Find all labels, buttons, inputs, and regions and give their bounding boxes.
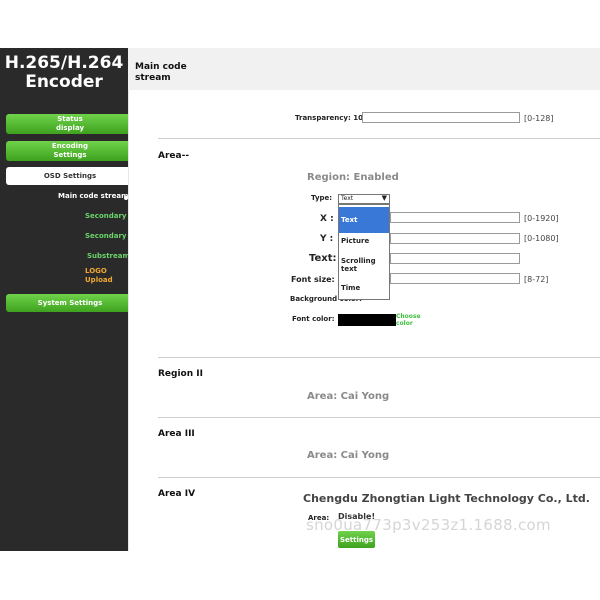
nav-status-display-button[interactable]: Status display [6, 114, 134, 134]
transparency-input[interactable] [362, 112, 520, 123]
settings-button[interactable]: Settings [338, 531, 375, 548]
divider [158, 417, 600, 418]
company-name: Chengdu Zhongtian Light Technology Co., … [303, 492, 590, 505]
nav-encoding-label-2: Settings [53, 151, 87, 159]
page-title-line-2: stream [135, 73, 171, 83]
nav-system-label: System Settings [37, 298, 103, 307]
region-status: Region: Enabled [307, 172, 399, 183]
chevron-down-icon: ▼ [381, 194, 387, 202]
area-4-area-label: Area: [308, 514, 330, 522]
page-title: Main code stream [135, 62, 187, 84]
font-color-label: Font color: [292, 315, 335, 323]
nav-osd-label: OSD Settings [43, 171, 97, 180]
area-1-title: Area-- [158, 151, 190, 161]
type-dropdown-list: Text Picture Scrolling text Time [338, 204, 390, 300]
nav-encoding-settings-button[interactable]: Encoding Settings [6, 141, 134, 161]
type-option-picture[interactable]: Picture [339, 237, 389, 245]
x-range: [0-1920] [524, 214, 559, 223]
text-label: Text: [309, 253, 337, 264]
brand-line-1: H.265/H.264 [4, 53, 124, 73]
nav-system-settings-button[interactable]: System Settings [6, 294, 134, 312]
divider [158, 138, 600, 139]
submenu-main-code-stream[interactable]: Main code stream [58, 192, 128, 200]
type-option-text[interactable]: Text [339, 207, 389, 233]
font-color-swatch [338, 314, 396, 326]
region-2-title: Region II [158, 369, 203, 379]
nav-status-label-2: display [55, 124, 85, 132]
choose-color-link[interactable]: Choose color [396, 313, 421, 327]
type-label: Type: [311, 194, 333, 202]
brand-title: H.265/H.264 Encoder [0, 54, 128, 92]
nav-osd-settings-button[interactable]: OSD Settings [6, 167, 134, 185]
x-label: X : [320, 214, 334, 224]
transparency-range: [0-128] [524, 114, 554, 123]
content-gutter [128, 90, 147, 551]
type-select[interactable]: Text ▼ [338, 194, 390, 204]
area-3-area: Area: Cai Yong [307, 450, 390, 461]
transparency-label: Transparency: 100 [295, 114, 368, 122]
type-option-scrolling-text[interactable]: Scrolling text [339, 257, 389, 273]
font-size-input[interactable] [390, 273, 520, 284]
choose-color-line-2: color [396, 320, 413, 327]
x-input[interactable] [390, 212, 520, 223]
area-4-area-value: Disable! [338, 512, 376, 521]
y-label: Y : [320, 234, 334, 244]
divider [158, 477, 600, 478]
brand-line-2: Encoder [25, 72, 103, 92]
area-4-title: Area IV [158, 489, 196, 499]
logo-upload-line-1: LOGO [85, 267, 107, 275]
font-size-label: Font size: [291, 275, 335, 284]
type-option-time[interactable]: Time [339, 284, 389, 292]
type-select-value: Text [341, 195, 354, 202]
submenu-logo-upload[interactable]: LOGO Upload [85, 267, 113, 285]
encoder-web-ui: H.265/H.264 Encoder Status display Encod… [0, 0, 600, 600]
page-title-line-1: Main code [135, 62, 187, 72]
choose-color-line-1: Choose [396, 313, 421, 320]
logo-upload-line-2: Upload [85, 276, 113, 284]
font-size-range: [8-72] [524, 275, 549, 284]
nav-encoding-label-1: Encoding [51, 142, 89, 150]
region-2-area: Area: Cai Yong [307, 391, 390, 402]
y-range: [0-1080] [524, 234, 559, 243]
divider [158, 357, 600, 358]
y-input[interactable] [390, 233, 520, 244]
text-input[interactable] [390, 253, 520, 264]
nav-status-label-1: Status [57, 115, 83, 123]
main-header: Main code stream [128, 48, 600, 91]
area-3-title: Area III [158, 429, 195, 439]
